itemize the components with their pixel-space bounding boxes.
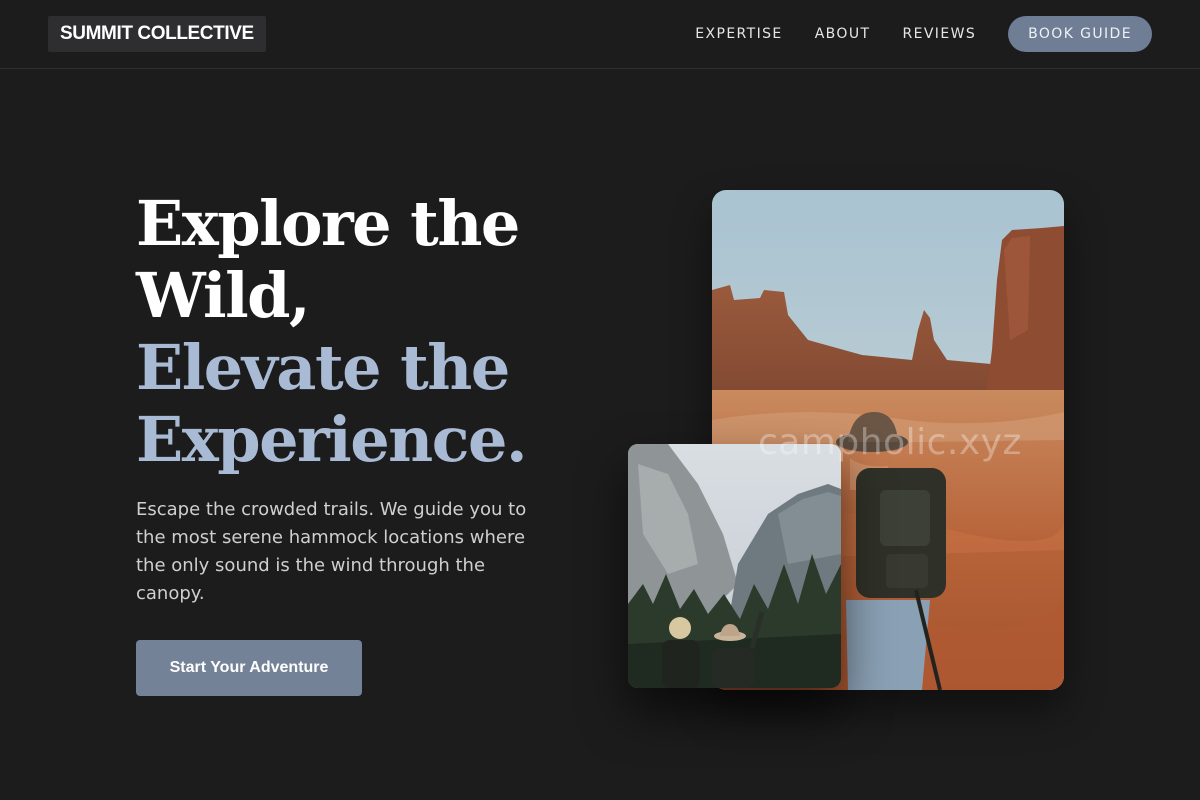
hero-title-line-1: Explore the Wild, <box>136 187 520 332</box>
main-nav: EXPERTISE ABOUT REVIEWS BOOK GUIDE <box>695 16 1152 52</box>
site-header: SUMMIT COLLECTIVE EXPERTISE ABOUT REVIEW… <box>0 0 1200 69</box>
forest-hikers-photo <box>628 444 841 688</box>
hero-title-line-2: Elevate the Experience. <box>136 331 528 476</box>
nav-link-reviews[interactable]: REVIEWS <box>902 26 976 42</box>
book-guide-button[interactable]: BOOK GUIDE <box>1008 16 1152 52</box>
hero-description: Escape the crowded trails. We guide you … <box>136 499 527 604</box>
site-logo[interactable]: SUMMIT COLLECTIVE <box>48 16 266 52</box>
hero-title: Explore the Wild, Elevate the Experience… <box>136 188 606 476</box>
nav-link-expertise[interactable]: EXPERTISE <box>695 26 782 42</box>
forest-hikers-image <box>628 444 841 688</box>
start-adventure-button[interactable]: Start Your Adventure <box>136 640 362 696</box>
nav-link-about[interactable]: ABOUT <box>815 26 871 42</box>
